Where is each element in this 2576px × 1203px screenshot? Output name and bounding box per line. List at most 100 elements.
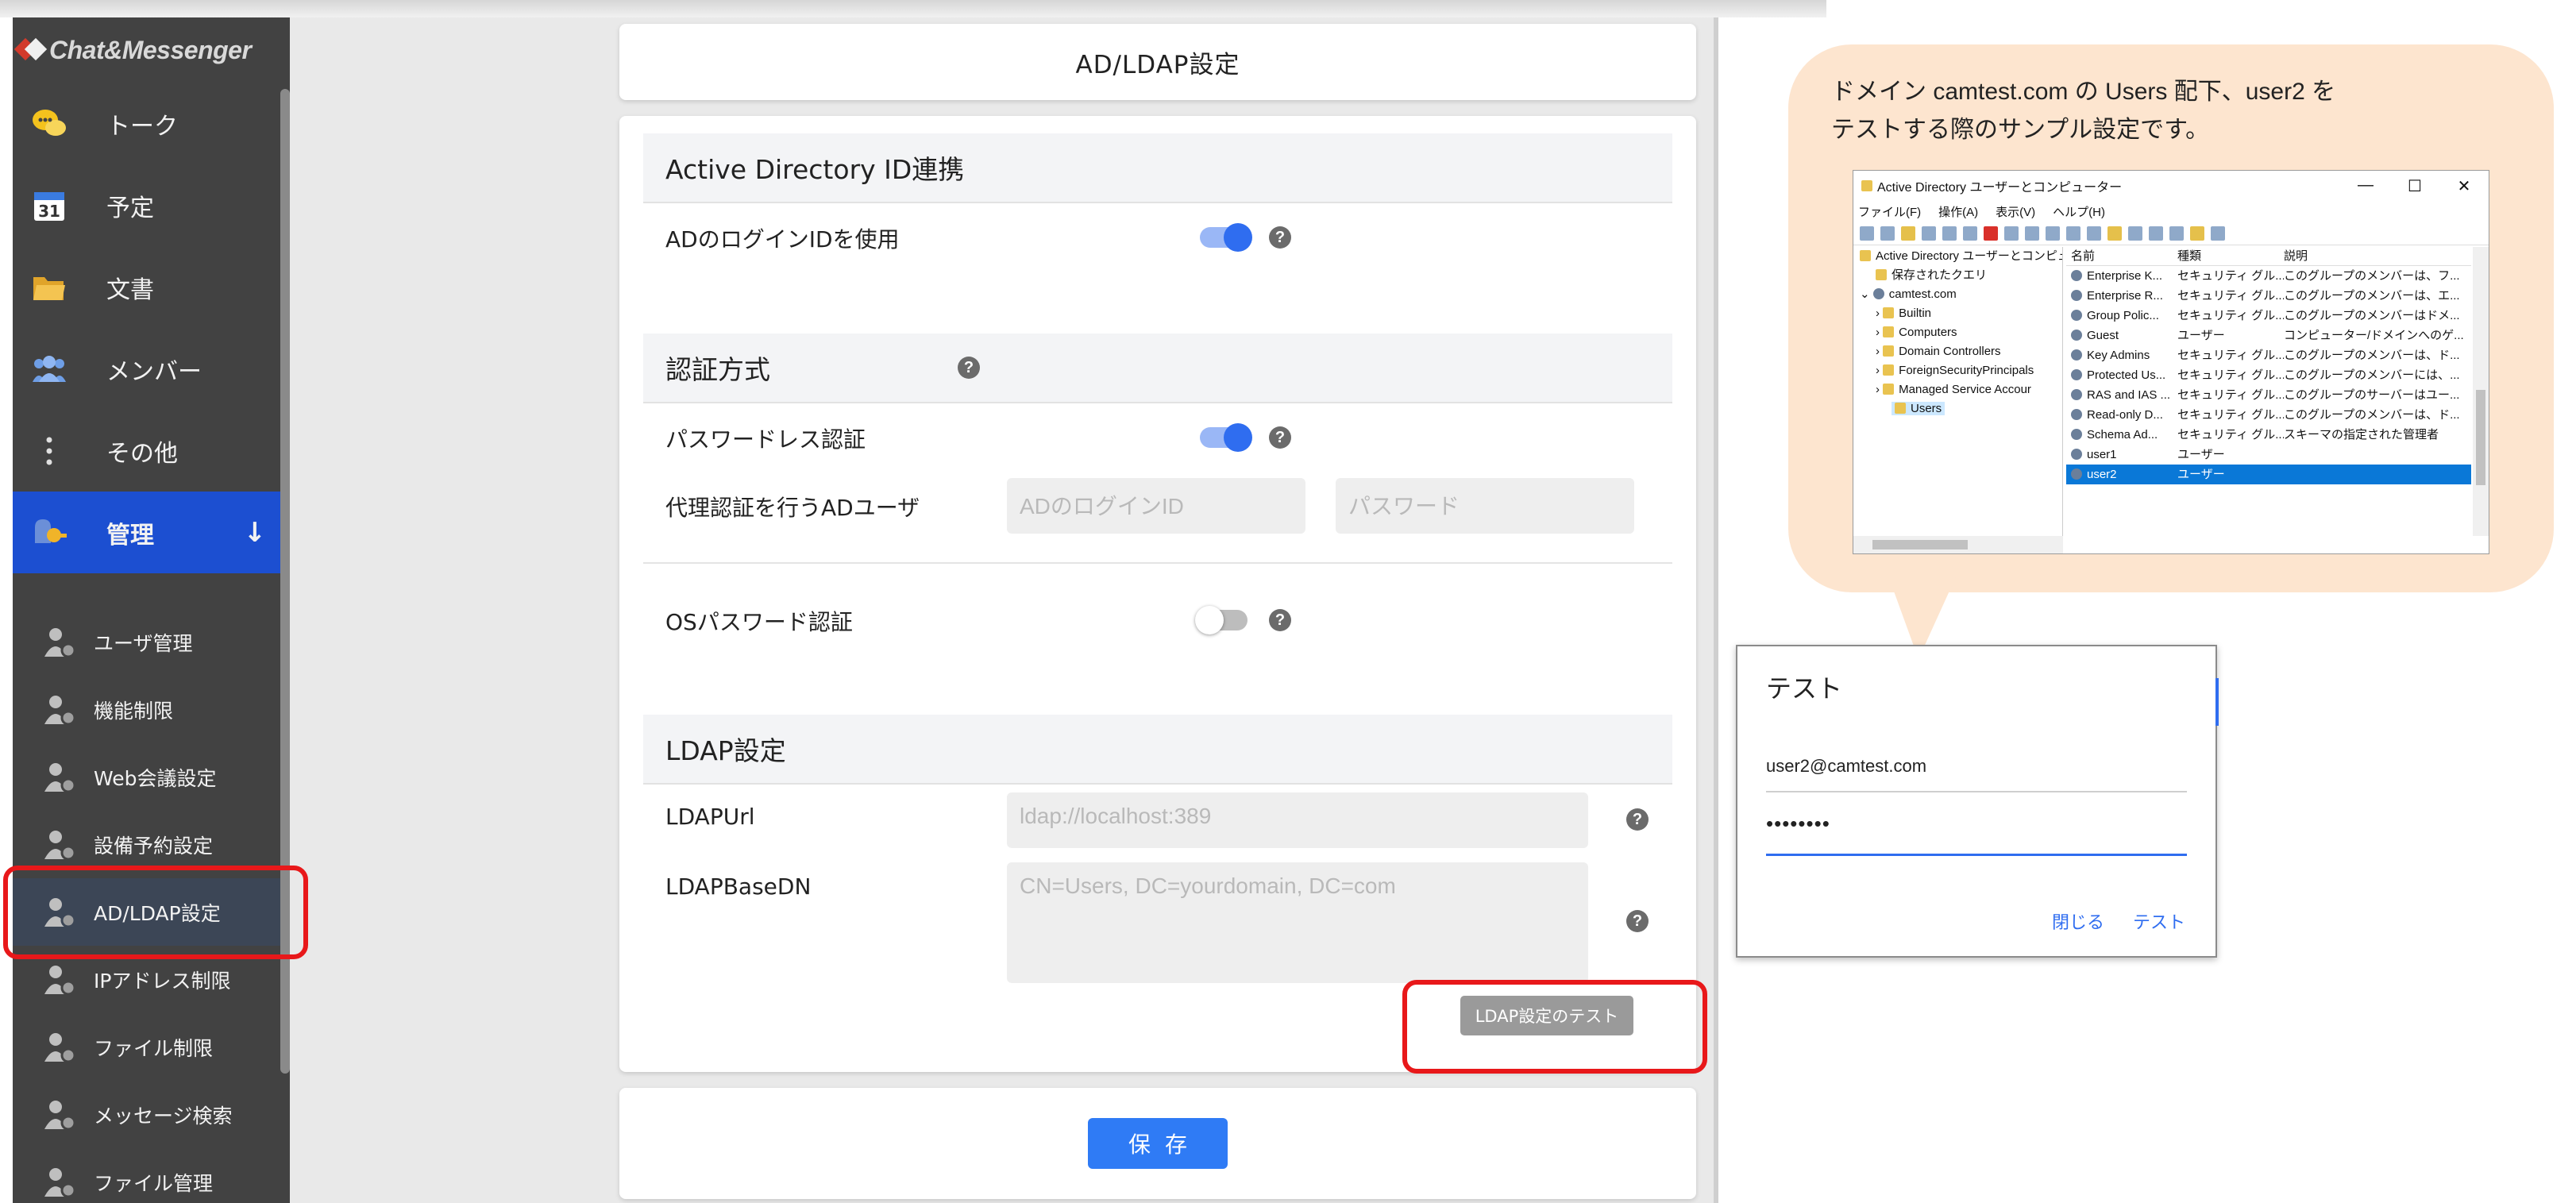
- view-icon[interactable]: [2087, 226, 2101, 241]
- column-description[interactable]: 説明: [2284, 247, 2471, 265]
- list-item[interactable]: Protected Us... セキュリティ グル... このグループのメンバーには…: [2066, 365, 2471, 385]
- test-password-input[interactable]: ••••••••: [1766, 812, 2187, 856]
- menu-help[interactable]: ヘルプ(H): [2053, 203, 2105, 220]
- callout-line: ドメイン camtest.com の Users 配下、user2 を: [1831, 79, 2336, 105]
- list-item-type: セキュリティ グル...: [2177, 309, 2284, 322]
- menu-action[interactable]: 操作(A): [1938, 203, 1978, 220]
- sidebar-item-feature-limits[interactable]: 機能制限: [13, 676, 290, 743]
- help-icon[interactable]: ?: [1626, 910, 1649, 932]
- help-icon[interactable]: ?: [958, 357, 980, 379]
- members-icon: [30, 350, 68, 388]
- list-item-type: セキュリティ グル...: [2177, 368, 2284, 382]
- tree-item[interactable]: Active Directory ユーザーとコンピュ: [1853, 247, 2062, 266]
- new-group-icon[interactable]: [2128, 226, 2142, 241]
- dialog-test-button[interactable]: テスト: [2133, 908, 2185, 934]
- help-icon[interactable]: ?: [1269, 226, 1291, 249]
- test-email-input[interactable]: user2@camtest.com: [1766, 756, 2187, 792]
- tree-horizontal-scrollbar[interactable]: [1853, 536, 2063, 553]
- help-icon[interactable]: ?: [1269, 426, 1291, 449]
- nav-item-members[interactable]: メンバー: [13, 328, 290, 410]
- maximize-button[interactable]: ☐: [2390, 176, 2439, 196]
- list-item-name: user1: [2087, 448, 2117, 461]
- sidebar-item-message-search[interactable]: メッセージ検索: [13, 1081, 290, 1148]
- column-type[interactable]: 種類: [2177, 247, 2284, 265]
- list-item[interactable]: Enterprise K... セキュリティ グル... このグループのメンバーは、…: [2066, 266, 2471, 286]
- nav-item-talk[interactable]: トーク: [13, 83, 290, 164]
- tree-item-selected: Users: [1892, 402, 1945, 415]
- sidebar-item-user-management[interactable]: ユーザ管理: [13, 608, 290, 676]
- passwordless-toggle[interactable]: [1200, 423, 1252, 452]
- list-item[interactable]: Key Admins セキュリティ グル... このグループのメンバーは、ド...: [2066, 345, 2471, 365]
- scroll-thumb[interactable]: [1872, 540, 1968, 549]
- list-item-type: セキュリティ グル...: [2177, 349, 2284, 362]
- close-button[interactable]: ✕: [2439, 176, 2489, 196]
- back-icon[interactable]: [1860, 226, 1874, 241]
- list-vertical-scrollbar[interactable]: [2473, 247, 2489, 536]
- nav-label: 管理: [106, 521, 154, 549]
- sidebar-item-file-restriction[interactable]: ファイル制限: [13, 1013, 290, 1081]
- copy-icon[interactable]: [1963, 226, 1977, 241]
- sidebar-item-file-management[interactable]: ファイル管理: [13, 1148, 290, 1203]
- nav-item-admin[interactable]: 管理 ↓: [13, 492, 290, 573]
- proxy-ad-login-id-input[interactable]: ADのログインID: [1007, 478, 1305, 534]
- list-item[interactable]: Schema Ad... セキュリティ グル... スキーマの指定された管理者: [2066, 425, 2471, 445]
- use-login-id-toggle[interactable]: [1200, 223, 1252, 252]
- list-item[interactable]: Read-only D... セキュリティ グル... このグループのメンバーは、ド…: [2066, 405, 2471, 425]
- user-icon: [2071, 330, 2082, 341]
- toggle-knob: [1224, 423, 1252, 452]
- menu-file[interactable]: ファイル(F): [1858, 203, 1921, 220]
- ldap-basedn-textarea[interactable]: CN=Users, DC=yourdomain, DC=com: [1007, 862, 1588, 983]
- help-icon[interactable]: [2066, 226, 2080, 241]
- proxy-password-input[interactable]: パスワード: [1336, 478, 1634, 534]
- tree-item-label: 保存されたクエリ: [1892, 268, 1988, 282]
- tree-item[interactable]: › ForeignSecurityPrincipals: [1853, 361, 2062, 380]
- up-folder-icon[interactable]: [1901, 226, 1915, 241]
- minimize-button[interactable]: —: [2341, 176, 2390, 196]
- tree-item-label: Builtin: [1899, 307, 1932, 320]
- list-item-description: このグループのメンバーは、フ...: [2284, 269, 2460, 283]
- nav-item-other[interactable]: その他: [13, 410, 290, 492]
- user-icon: [2071, 468, 2082, 480]
- tree-item[interactable]: ⌄ camtest.com: [1853, 285, 2062, 304]
- delete-icon[interactable]: [1984, 226, 1998, 241]
- dialog-close-button[interactable]: 閉じる: [2052, 908, 2104, 934]
- refresh-icon[interactable]: [2025, 226, 2039, 241]
- menu-view[interactable]: 表示(V): [1996, 203, 2035, 220]
- forward-icon[interactable]: [1880, 226, 1895, 241]
- list-item[interactable]: Guest ユーザー コンピューター/ドメインへのゲ...: [2066, 326, 2471, 345]
- user-gear-icon: [44, 1167, 76, 1197]
- tree-item[interactable]: › Managed Service Accour: [1853, 380, 2062, 399]
- list-item[interactable]: user1 ユーザー: [2066, 445, 2471, 465]
- nav-item-schedule[interactable]: 31 予定: [13, 164, 290, 246]
- user-gear-icon: [44, 1100, 76, 1130]
- list-item[interactable]: Group Polic... セキュリティ グル... このグループのメンバーはドメ…: [2066, 306, 2471, 326]
- save-button[interactable]: 保存: [1088, 1118, 1228, 1169]
- tree-item-users[interactable]: Users: [1853, 399, 2062, 418]
- tree-item[interactable]: › Domain Controllers: [1853, 342, 2062, 361]
- properties-icon[interactable]: [2004, 226, 2019, 241]
- list-item-selected[interactable]: user2 ユーザー: [2066, 465, 2471, 484]
- help-icon[interactable]: ?: [1626, 808, 1649, 831]
- add-to-group-icon[interactable]: [2211, 226, 2225, 241]
- scroll-thumb[interactable]: [2476, 390, 2485, 485]
- os-password-toggle[interactable]: [1195, 606, 1248, 634]
- sidebar-item-web-meeting[interactable]: Web会議設定: [13, 743, 290, 811]
- tree-item[interactable]: 保存されたクエリ: [1853, 266, 2062, 285]
- cut-icon[interactable]: [1942, 226, 1957, 241]
- tree-item[interactable]: › Builtin: [1853, 304, 2062, 323]
- new-user-icon[interactable]: [2107, 226, 2122, 241]
- help-icon[interactable]: ?: [1269, 609, 1291, 631]
- column-name[interactable]: 名前: [2066, 247, 2177, 265]
- ldap-url-input[interactable]: ldap://localhost:389: [1007, 792, 1588, 848]
- export-icon[interactable]: [2046, 226, 2060, 241]
- brand-name: Chat&Messenger: [49, 35, 252, 64]
- list-item[interactable]: Enterprise R... セキュリティ グル... このグループのメンバーは、…: [2066, 286, 2471, 306]
- new-ou-icon[interactable]: [2149, 226, 2163, 241]
- list-item[interactable]: RAS and IAS ... セキュリティ グル... このグループのサーバーはユ…: [2066, 385, 2471, 405]
- tree-item[interactable]: › Computers: [1853, 323, 2062, 342]
- nav-item-documents[interactable]: 文書: [13, 246, 290, 328]
- find-icon[interactable]: [2190, 226, 2204, 241]
- console-tree-icon[interactable]: [1922, 226, 1936, 241]
- list-item-description: このグループのメンバーは、ド...: [2284, 408, 2460, 422]
- filter-icon[interactable]: [2169, 226, 2184, 241]
